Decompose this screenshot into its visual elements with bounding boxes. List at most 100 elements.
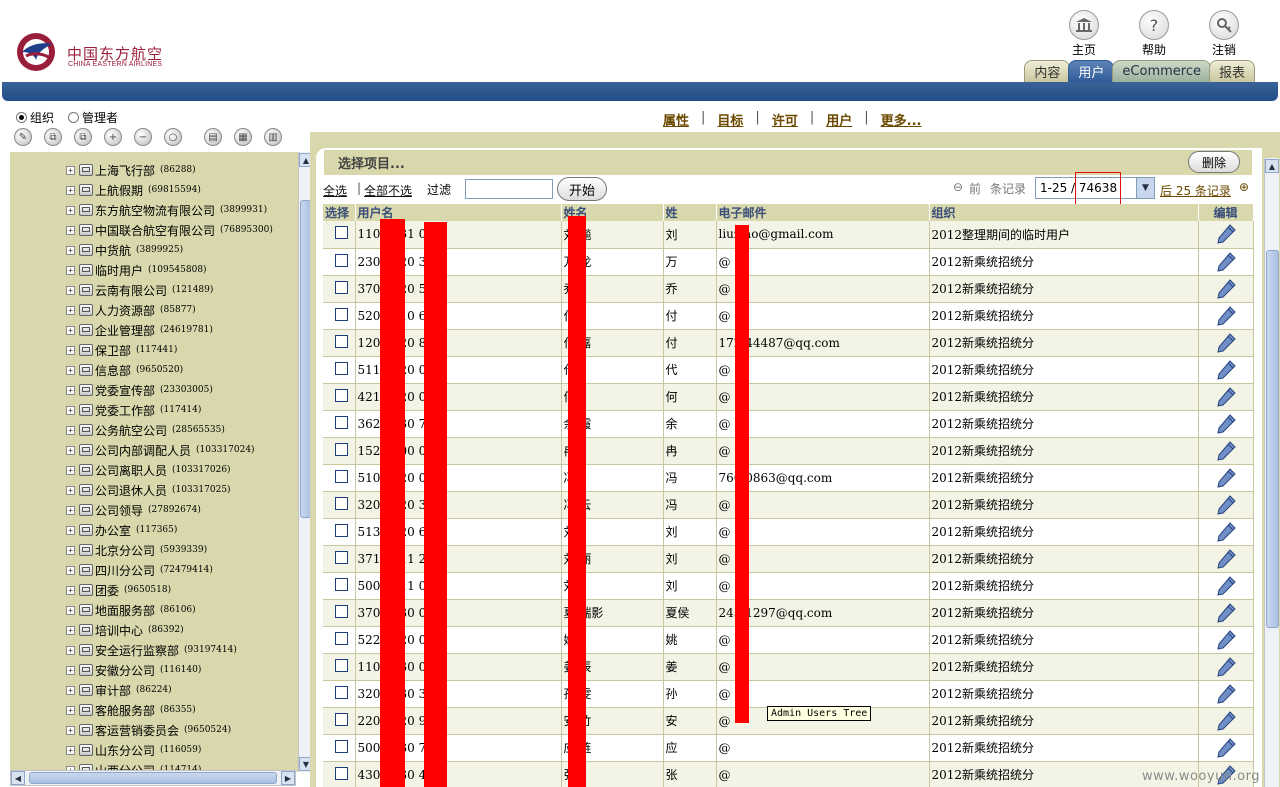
expand-icon[interactable]: + <box>66 745 75 755</box>
select-all-link[interactable]: 全选 <box>323 182 347 199</box>
row-checkbox[interactable] <box>335 739 348 753</box>
content-scroll-up-icon[interactable]: ▲ <box>1265 159 1279 173</box>
edit-icon[interactable]: ✎ <box>14 128 32 146</box>
tree-item[interactable]: + 人力资源部 (85877) <box>66 300 196 320</box>
tree-item[interactable]: + 保卫部 (117441) <box>66 340 177 360</box>
tree-item[interactable]: + 上航假期 (69815594) <box>66 180 201 200</box>
expand-icon[interactable]: + <box>66 485 75 495</box>
edit-pencil-icon[interactable] <box>1215 359 1237 381</box>
tree-item[interactable]: + 东方航空物流有限公司 (3899931) <box>66 200 267 220</box>
expand-icon[interactable]: + <box>66 525 75 535</box>
edit-pencil-icon[interactable] <box>1215 223 1237 245</box>
tree-item[interactable]: + 安全运行监察部 (93197414) <box>66 640 237 660</box>
edit-pencil-icon[interactable] <box>1215 467 1237 489</box>
scroll-left-icon[interactable]: ◀ <box>11 771 25 785</box>
edit-pencil-icon[interactable] <box>1215 683 1237 705</box>
subnav-targets[interactable]: 目标 <box>717 110 743 129</box>
row-checkbox[interactable] <box>335 388 348 402</box>
expand-icon[interactable]: + <box>66 445 75 455</box>
edit-pencil-icon[interactable] <box>1215 629 1237 651</box>
expand-icon[interactable]: + <box>66 305 75 315</box>
tree-item[interactable]: + 四川分公司 (72479414) <box>66 560 213 580</box>
edit-pencil-icon[interactable] <box>1215 332 1237 354</box>
expand-icon[interactable]: + <box>66 585 75 595</box>
subnav-properties[interactable]: 属性 <box>663 110 689 129</box>
tree-item[interactable]: + 办公室 (117365) <box>66 520 177 540</box>
delete-icon[interactable]: ▥ <box>264 128 282 146</box>
edit-pencil-icon[interactable] <box>1215 305 1237 327</box>
tree-item[interactable]: + 培训中心 (86392) <box>66 620 184 640</box>
tree-horizontal-scrollbar[interactable]: ◀ ▶ <box>10 770 296 786</box>
row-checkbox[interactable] <box>335 712 348 726</box>
tree-view-icon[interactable]: ▤ <box>204 128 222 146</box>
tree-item[interactable]: + 信息部 (9650520) <box>66 360 183 380</box>
row-checkbox[interactable] <box>335 523 348 537</box>
copy-icon[interactable]: ⧉ <box>44 128 62 146</box>
expand-icon[interactable]: + <box>66 505 75 515</box>
radio-organization[interactable]: 组织 <box>16 109 54 126</box>
row-checkbox[interactable] <box>335 685 348 699</box>
expand-icon[interactable]: + <box>66 345 75 355</box>
tree-item[interactable]: + 地面服务部 (86106) <box>66 600 196 620</box>
edit-pencil-icon[interactable] <box>1215 737 1237 759</box>
next-page-link[interactable]: 后 25 条记录 <box>1160 182 1231 199</box>
scroll-right-icon[interactable]: ▶ <box>281 771 295 785</box>
edit-pencil-icon[interactable] <box>1215 602 1237 624</box>
expand-icon[interactable]: + <box>66 365 75 375</box>
tree-item[interactable]: + 党委宣传部 (23303005) <box>66 380 213 400</box>
tab-content[interactable]: 内容 <box>1024 60 1071 82</box>
row-checkbox[interactable] <box>335 334 348 348</box>
edit-pencil-icon[interactable] <box>1215 710 1237 732</box>
expand-icon[interactable]: + <box>66 665 75 675</box>
radio-administrator[interactable]: 管理者 <box>68 109 118 126</box>
expand-icon[interactable]: + <box>66 325 75 335</box>
row-checkbox[interactable] <box>335 496 348 510</box>
row-checkbox[interactable] <box>335 415 348 429</box>
select-none-link[interactable]: 全部不选 <box>364 182 412 199</box>
edit-pencil-icon[interactable] <box>1215 575 1237 597</box>
expand-icon[interactable]: + <box>66 405 75 415</box>
next-page-icon[interactable]: ⊕ <box>1239 180 1249 194</box>
row-checkbox[interactable] <box>335 361 348 375</box>
expand-icon[interactable]: + <box>66 265 75 275</box>
edit-pencil-icon[interactable] <box>1215 548 1237 570</box>
expand-icon[interactable]: + <box>66 545 75 555</box>
subnav-permissions[interactable]: 许可 <box>772 110 798 129</box>
tree-item[interactable]: + 上海飞行部 (86288) <box>66 160 196 180</box>
tree-item[interactable]: + 团委 (9650518) <box>66 580 171 600</box>
row-checkbox[interactable] <box>335 658 348 672</box>
row-checkbox[interactable] <box>335 469 348 483</box>
tab-users[interactable]: 用户 <box>1068 60 1115 82</box>
tree-item[interactable]: + 客运营销委员会 (9650524) <box>66 720 231 740</box>
subnav-more[interactable]: 更多... <box>881 110 922 129</box>
expand-icon[interactable]: + <box>66 705 75 715</box>
tree-item[interactable]: + 中货航 (3899925) <box>66 240 183 260</box>
edit-pencil-icon[interactable] <box>1215 413 1237 435</box>
tree-item[interactable]: + 客舱服务部 (86355) <box>66 700 196 720</box>
edit-pencil-icon[interactable] <box>1215 251 1237 273</box>
home-button[interactable]: 主页 <box>1059 10 1109 58</box>
zoom-in-icon[interactable]: + <box>104 128 122 146</box>
row-checkbox[interactable] <box>335 550 348 564</box>
edit-pencil-icon[interactable] <box>1215 440 1237 462</box>
row-checkbox[interactable] <box>335 307 348 321</box>
tab-reports[interactable]: 报表 <box>1208 60 1255 82</box>
tree-hscroll-thumb[interactable] <box>29 772 277 784</box>
row-checkbox[interactable] <box>335 766 348 780</box>
expand-icon[interactable]: + <box>66 225 75 235</box>
content-vertical-scrollbar[interactable]: ▲ <box>1264 158 1279 787</box>
tree-item[interactable]: + 中国联合航空有限公司 (76895300) <box>66 220 273 240</box>
duplicate-icon[interactable]: ⧉ <box>74 128 92 146</box>
expand-icon[interactable]: + <box>66 645 75 655</box>
edit-pencil-icon[interactable] <box>1215 521 1237 543</box>
tree-item[interactable]: + 北京分公司 (5939339) <box>66 540 207 560</box>
expand-icon[interactable]: + <box>66 205 75 215</box>
edit-pencil-icon[interactable] <box>1215 278 1237 300</box>
subnav-users[interactable]: 用户 <box>826 110 852 129</box>
expand-icon[interactable]: + <box>66 285 75 295</box>
expand-icon[interactable]: + <box>66 185 75 195</box>
export-icon[interactable]: ▦ <box>234 128 252 146</box>
tree-item[interactable]: + 公司领导 (27892674) <box>66 500 201 520</box>
edit-pencil-icon[interactable] <box>1215 494 1237 516</box>
row-checkbox[interactable] <box>335 253 348 267</box>
